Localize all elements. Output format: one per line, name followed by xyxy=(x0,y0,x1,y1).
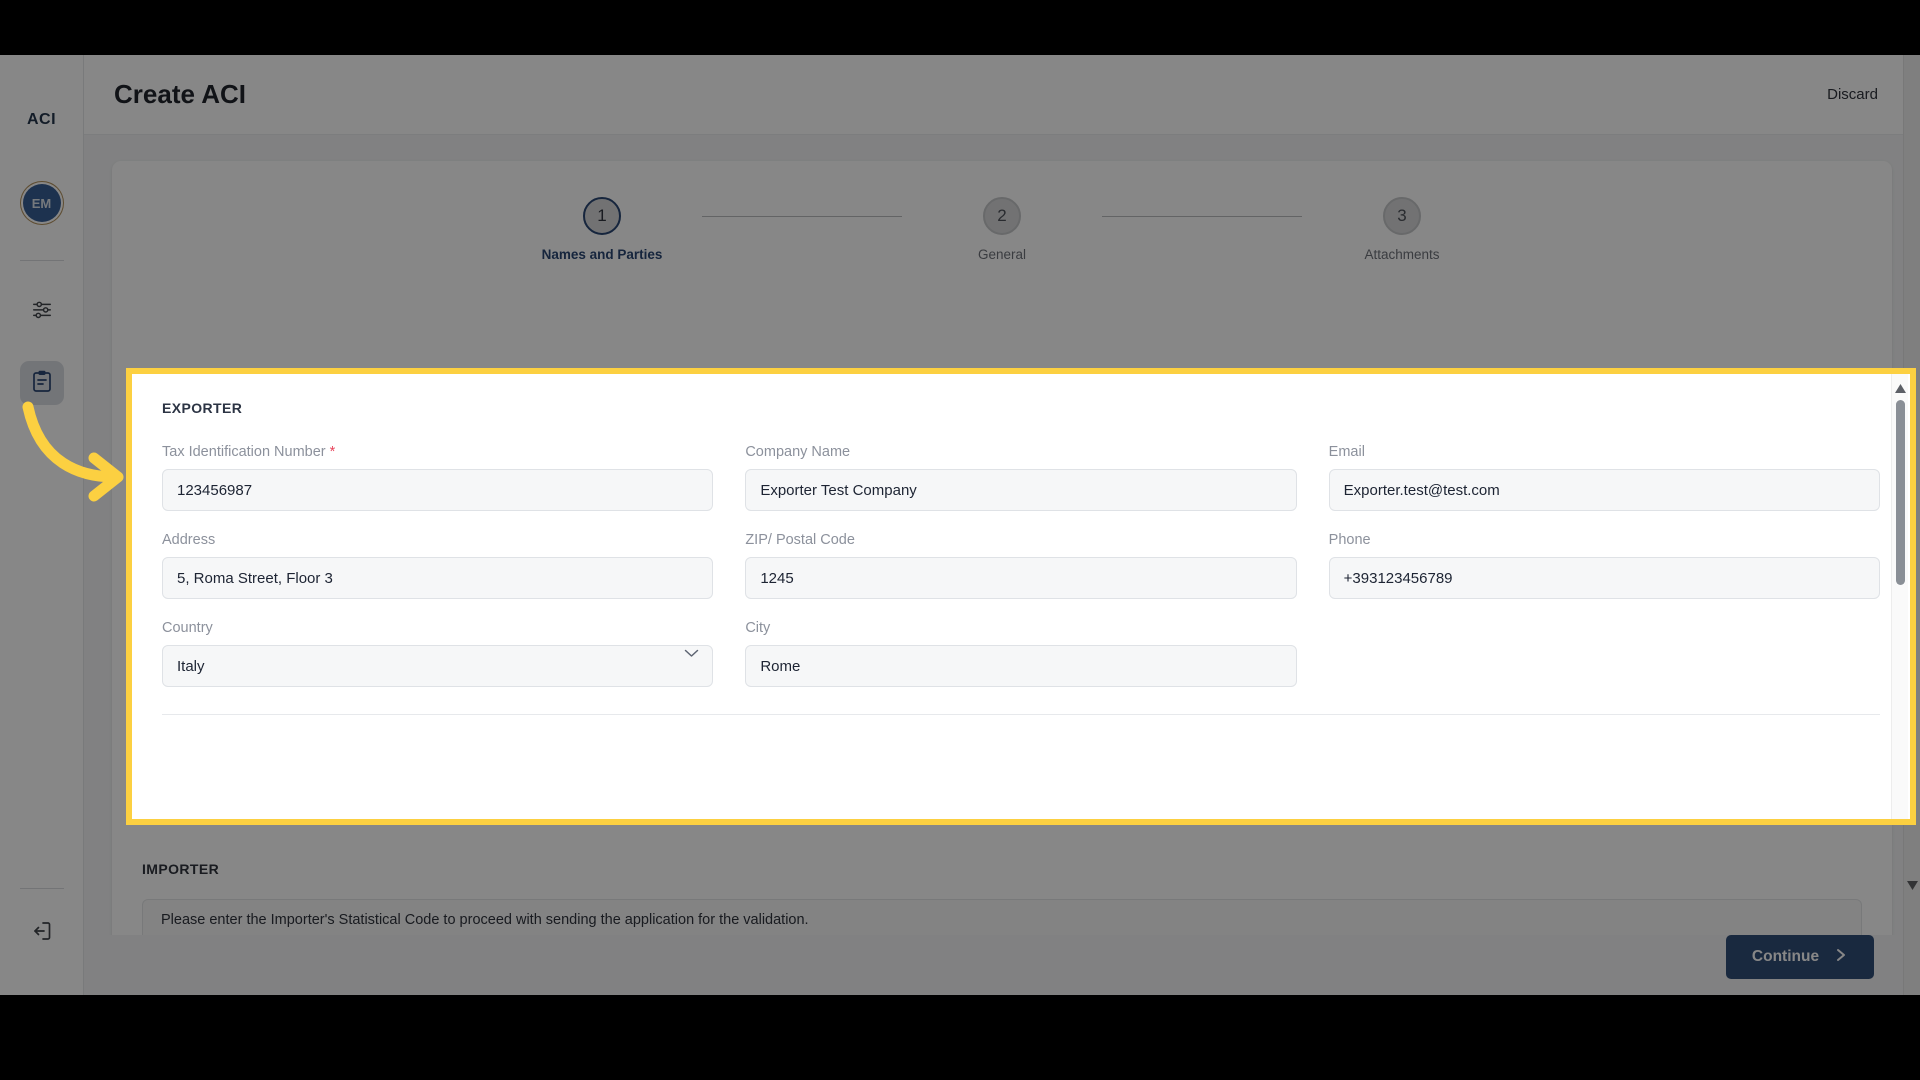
scroll-up-icon[interactable] xyxy=(1895,380,1906,398)
field-address: Address 5, Roma Street, Floor 3 xyxy=(162,532,713,599)
field-country: Country Italy xyxy=(162,620,713,687)
page-title: Create ACI xyxy=(114,79,246,110)
field-zip-postal-code: ZIP/ Postal Code 1245 xyxy=(745,532,1296,599)
footer-actions: Continue xyxy=(84,935,1920,995)
step-label: Attachments xyxy=(1364,247,1439,262)
address-input[interactable]: 5, Roma Street, Floor 3 xyxy=(162,557,713,599)
field-email: Email Exporter.test@test.com xyxy=(1329,444,1880,511)
country-select[interactable]: Italy xyxy=(162,645,713,687)
sidebar-divider xyxy=(20,260,64,261)
field-tax-identification-number: Tax Identification Number * 123456987 xyxy=(162,444,713,511)
app-logo: ACI xyxy=(27,111,56,129)
importer-section: IMPORTER Please enter the Importer's Sta… xyxy=(142,861,1862,941)
phone-input[interactable]: +393123456789 xyxy=(1329,557,1880,599)
sliders-icon xyxy=(31,298,53,325)
sidebar: ACI EM xyxy=(0,55,84,995)
page-header: Create ACI Discard xyxy=(84,55,1920,135)
field-label: Address xyxy=(162,532,713,548)
continue-button-label: Continue xyxy=(1752,948,1819,966)
step-number: 3 xyxy=(1383,197,1421,235)
tax-identification-number-input[interactable]: 123456987 xyxy=(162,469,713,511)
sidebar-item-applications[interactable] xyxy=(20,361,64,405)
chevron-right-icon xyxy=(1835,947,1848,968)
exporter-panel: EXPORTER Tax Identification Number * 123… xyxy=(132,374,1910,819)
continue-button[interactable]: Continue xyxy=(1726,935,1874,979)
panel-scrollbar-thumb[interactable] xyxy=(1896,400,1905,585)
field-company-name: Company Name Exporter Test Company xyxy=(745,444,1296,511)
panel-divider xyxy=(162,714,1880,715)
field-label: ZIP/ Postal Code xyxy=(745,532,1296,548)
email-input[interactable]: Exporter.test@test.com xyxy=(1329,469,1880,511)
logout-button[interactable] xyxy=(20,911,64,955)
stepper-connector xyxy=(1102,216,1302,217)
company-name-input[interactable]: Exporter Test Company xyxy=(745,469,1296,511)
field-phone: Phone +393123456789 xyxy=(1329,532,1880,599)
field-label: Tax Identification Number * xyxy=(162,444,713,460)
sidebar-divider-bottom xyxy=(20,888,64,889)
zip-postal-code-input[interactable]: 1245 xyxy=(745,557,1296,599)
discard-button[interactable]: Discard xyxy=(1827,86,1878,103)
exporter-section-title: EXPORTER xyxy=(162,400,1880,416)
stepper-connector xyxy=(702,216,902,217)
clipboard-icon xyxy=(30,369,54,398)
grid-spacer xyxy=(1329,620,1880,708)
panel-scrollbar[interactable] xyxy=(1891,374,1908,819)
exporter-field-grid: Tax Identification Number * 123456987 Co… xyxy=(162,444,1880,708)
field-city: City Rome xyxy=(745,620,1296,687)
step-label: Names and Parties xyxy=(542,247,663,262)
sidebar-footer xyxy=(20,888,64,995)
field-label: Email xyxy=(1329,444,1880,460)
stepper: 1 Names and Parties 2 General 3 Attachme… xyxy=(112,161,1892,262)
logout-icon xyxy=(30,919,54,948)
exporter-panel-highlight: EXPORTER Tax Identification Number * 123… xyxy=(126,368,1916,825)
step-number: 1 xyxy=(583,197,621,235)
avatar[interactable]: EM xyxy=(23,184,61,222)
stepper-step-1[interactable]: 1 Names and Parties xyxy=(502,197,702,262)
city-input[interactable]: Rome xyxy=(745,645,1296,687)
step-number: 2 xyxy=(983,197,1021,235)
stepper-step-2[interactable]: 2 General xyxy=(902,197,1102,262)
sidebar-item-settings[interactable] xyxy=(20,289,64,333)
field-label: Phone xyxy=(1329,532,1880,548)
importer-section-title: IMPORTER xyxy=(142,861,1862,877)
required-asterisk: * xyxy=(330,444,336,460)
field-label: Country xyxy=(162,620,713,636)
field-label: City xyxy=(745,620,1296,636)
scroll-down-icon[interactable] xyxy=(1907,877,1918,895)
field-label: Company Name xyxy=(745,444,1296,460)
step-label: General xyxy=(978,247,1026,262)
stepper-step-3[interactable]: 3 Attachments xyxy=(1302,197,1502,262)
application-window: ACI EM xyxy=(0,55,1920,995)
